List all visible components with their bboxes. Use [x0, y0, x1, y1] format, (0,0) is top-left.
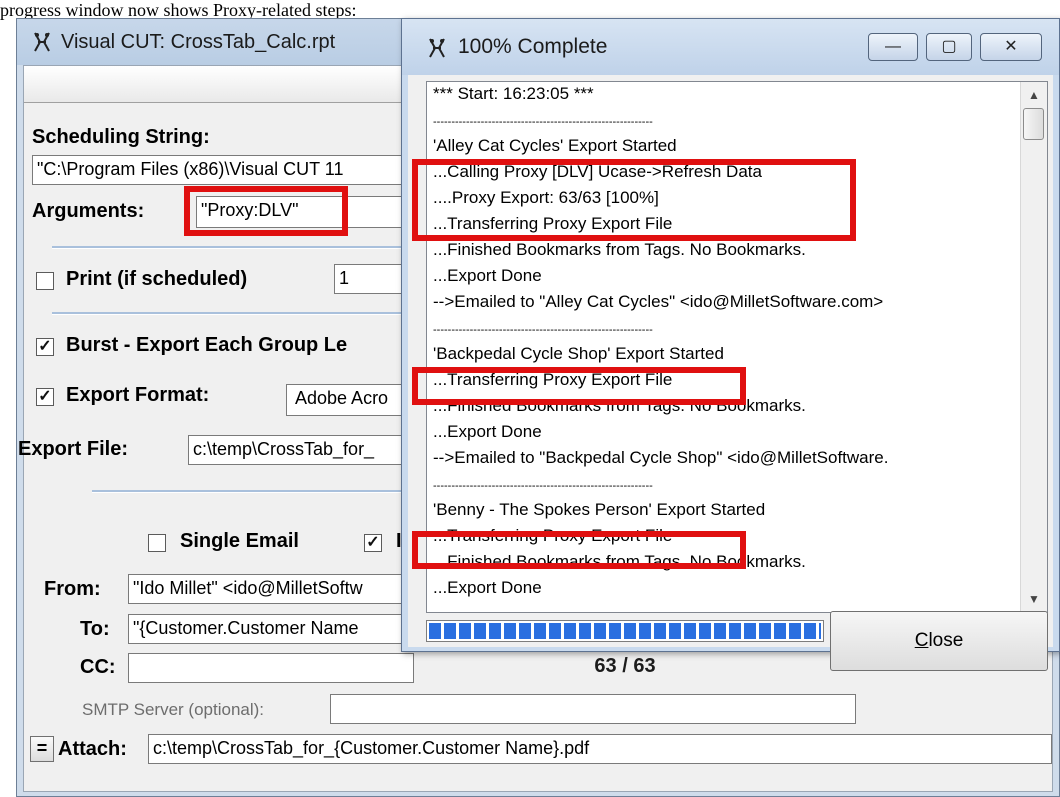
second-option-checkbox[interactable]: ✓	[364, 534, 382, 552]
divider	[52, 246, 414, 249]
scroll-down-icon[interactable]: ▼	[1021, 586, 1047, 612]
progress-dialog: 100% Complete — ▢ ✕ *** Start: 16:23:05 …	[401, 18, 1060, 677]
divider	[52, 312, 414, 315]
log-line: -->Emailed to "Backpedal Cycle Shop" <id…	[433, 448, 889, 467]
log-line: ...Export Done	[433, 578, 542, 597]
proxy-steps-highlight	[412, 159, 856, 241]
attach-label: Attach:	[58, 738, 127, 760]
export-file-field[interactable]: c:\temp\CrossTab_for_	[188, 435, 414, 465]
app-icon	[34, 32, 50, 52]
log-line: ...Export Done	[433, 422, 542, 441]
print-checkbox[interactable]	[36, 272, 54, 290]
log-line: 'Alley Cat Cycles' Export Started	[433, 136, 677, 155]
progress-bar-fill	[429, 623, 821, 639]
scheduling-string-field[interactable]: "C:\Program Files (x86)\Visual CUT 11	[32, 155, 412, 185]
burst-checkbox[interactable]: ✓	[36, 338, 54, 356]
log-line: 'Backpedal Cycle Shop' Export Started	[433, 344, 724, 363]
cc-label: CC:	[80, 656, 116, 678]
log-line: ----------------------------------------…	[433, 480, 653, 492]
app-icon	[429, 38, 445, 58]
to-label: To:	[80, 618, 110, 640]
progress-count: 63 / 63	[594, 655, 656, 677]
export-format-label: Export Format:	[66, 384, 210, 406]
close-button[interactable]: Close	[830, 611, 1048, 671]
scroll-up-icon[interactable]: ▲	[1021, 82, 1047, 108]
arguments-highlight	[184, 186, 348, 236]
cc-field[interactable]	[128, 653, 414, 683]
export-format-checkbox[interactable]: ✓	[36, 388, 54, 406]
log-line: -->Emailed to "Alley Cat Cycles" <ido@Mi…	[433, 292, 884, 311]
maximize-icon[interactable]: ▢	[926, 33, 972, 61]
equals-button[interactable]: =	[30, 736, 54, 762]
print-label: Print (if scheduled)	[66, 268, 248, 290]
from-field[interactable]: "Ido Millet" <ido@MilletSoftw	[128, 574, 414, 604]
smtp-field[interactable]	[330, 694, 856, 724]
arguments-label: Arguments:	[32, 200, 145, 222]
main-window-title: Visual CUT: CrossTab_Calc.rpt	[61, 31, 336, 53]
log-line: 'Benny - The Spokes Person' Export Start…	[433, 500, 766, 519]
caption-text: progress window now shows Proxy-related …	[0, 0, 1060, 20]
export-file-label: Export File:	[18, 438, 129, 460]
close-button-label: lose	[928, 630, 964, 651]
scheduling-string-label: Scheduling String:	[32, 126, 210, 148]
close-mnemonic: C	[914, 630, 929, 651]
transfer-highlight-1	[412, 367, 746, 405]
smtp-label: SMTP Server (optional):	[82, 700, 265, 719]
divider	[92, 490, 414, 493]
dialog-title-bar[interactable]: 100% Complete — ▢ ✕	[402, 19, 1059, 75]
minimize-icon[interactable]: —	[868, 33, 918, 61]
single-email-checkbox[interactable]	[148, 534, 166, 552]
from-label: From:	[44, 578, 101, 600]
close-icon[interactable]: ✕	[980, 33, 1042, 61]
log-line: ----------------------------------------…	[433, 324, 653, 336]
to-field[interactable]: "{Customer.Customer Name	[128, 614, 414, 644]
log-line: ----------------------------------------…	[433, 116, 653, 128]
burst-label: Burst - Export Each Group Le	[66, 334, 348, 356]
log-line: ...Export Done	[433, 266, 542, 285]
log-scrollbar[interactable]: ▲ ▼	[1020, 82, 1047, 612]
log-line: ...Finished Bookmarks from Tags. No Book…	[433, 240, 806, 259]
export-format-select[interactable]: Adobe Acro	[286, 384, 414, 416]
progress-bar	[426, 620, 824, 642]
single-email-label: Single Email	[180, 530, 299, 552]
log-line: *** Start: 16:23:05 ***	[433, 84, 594, 103]
attach-field[interactable]: c:\temp\CrossTab_for_{Customer.Customer …	[148, 734, 1052, 764]
dialog-title: 100% Complete	[458, 35, 608, 58]
transfer-highlight-2	[412, 531, 746, 569]
scroll-thumb[interactable]	[1023, 108, 1044, 140]
